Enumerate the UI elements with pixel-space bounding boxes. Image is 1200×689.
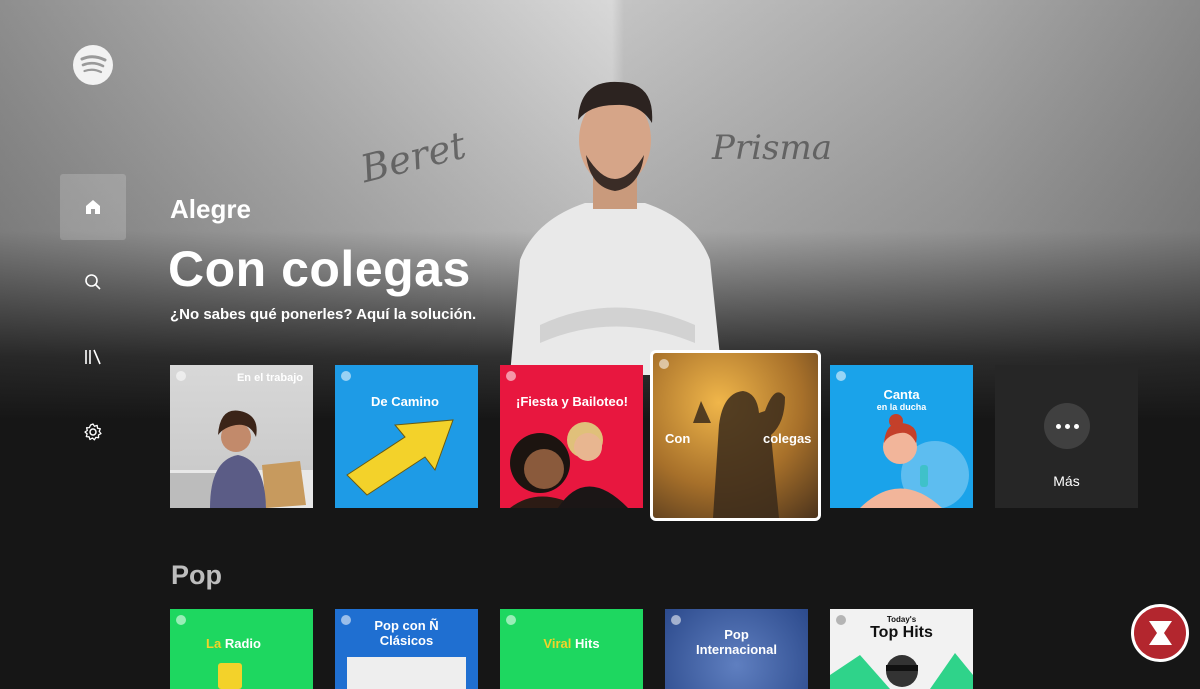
playlist-card-label-line1: Con xyxy=(665,431,691,446)
hero-signature-left: Beret xyxy=(356,122,471,192)
nav-home[interactable] xyxy=(60,174,126,240)
spotify-badge-icon xyxy=(506,371,516,381)
playlist-card-en-el-trabajo[interactable]: En el trabajo xyxy=(170,365,313,508)
search-icon xyxy=(85,274,101,290)
playlist-card-label: Canta xyxy=(883,387,920,402)
pop-card-la-radio[interactable]: La Radio xyxy=(170,609,313,689)
spotify-badge-icon xyxy=(176,615,186,625)
home-icon xyxy=(86,200,100,214)
spotify-badge-icon xyxy=(659,359,669,369)
playlist-card-label-line2: colegas xyxy=(763,431,812,446)
pop-card-label: Viral Hits xyxy=(543,636,600,651)
pop-cover-image xyxy=(347,657,466,689)
pop-cover-image xyxy=(830,653,973,689)
more-icon xyxy=(1044,403,1090,449)
page-title: Con colegas xyxy=(168,241,471,297)
pop-card-label: Top Hits xyxy=(870,624,933,641)
pop-card-sublabel: Today's xyxy=(886,615,917,624)
pop-card-todays-top-hits[interactable]: Today's Top Hits xyxy=(830,609,973,689)
gear-icon xyxy=(84,423,102,441)
more-label: Más xyxy=(1053,473,1080,489)
watermark-logo-icon xyxy=(1131,604,1189,662)
hero-artist-image xyxy=(510,81,722,375)
playlist-card-fiesta-y-bailoteo[interactable]: ¡Fiesta y Bailoteo! xyxy=(500,365,643,508)
nav-settings[interactable] xyxy=(60,399,126,465)
pop-card-pop-internacional[interactable]: Pop Internacional xyxy=(665,609,808,689)
spotify-badge-icon xyxy=(506,615,516,625)
nav-search[interactable] xyxy=(60,249,126,315)
spotify-logo-icon xyxy=(73,45,113,85)
pop-card-label: La Radio xyxy=(206,636,261,651)
spotify-badge-icon xyxy=(341,371,351,381)
playlist-card-sublabel: en la ducha xyxy=(876,402,927,412)
section-title-pop: Pop xyxy=(171,560,222,590)
playlist-card-con-colegas[interactable]: Con colegas xyxy=(650,350,821,521)
playlist-card-label: ¡Fiesta y Bailoteo! xyxy=(516,394,628,409)
pop-card-label: Pop con Ñ Clásicos xyxy=(374,618,439,648)
pop-card-pop-con-n-clasicos[interactable]: Pop con Ñ Clásicos xyxy=(335,609,478,689)
nav-library[interactable] xyxy=(60,324,126,390)
arrow-cover-image xyxy=(346,419,454,496)
page-subtitle: ¿No sabes qué ponerles? Aquí la solución… xyxy=(170,306,477,323)
playlist-card-canta-en-la-ducha[interactable]: Canta en la ducha xyxy=(830,365,973,508)
pop-card-label: Pop Internacional xyxy=(696,627,777,657)
library-icon xyxy=(85,349,101,365)
category-label: Alegre xyxy=(170,194,251,224)
playlist-card-label: En el trabajo xyxy=(236,372,303,384)
more-playlists-card[interactable]: Más xyxy=(995,365,1138,508)
spotify-badge-icon xyxy=(176,371,186,381)
radio-icon xyxy=(218,663,242,689)
playlist-card-label: De Camino xyxy=(371,394,439,409)
playlist-card-de-camino[interactable]: De Camino xyxy=(335,365,478,508)
party-cover-image xyxy=(510,422,628,508)
spotify-badge-icon xyxy=(836,371,846,381)
spotify-badge-icon xyxy=(671,615,681,625)
playlist-cover-image xyxy=(170,410,313,508)
pop-card-viral-hits[interactable]: Viral Hits xyxy=(500,609,643,689)
